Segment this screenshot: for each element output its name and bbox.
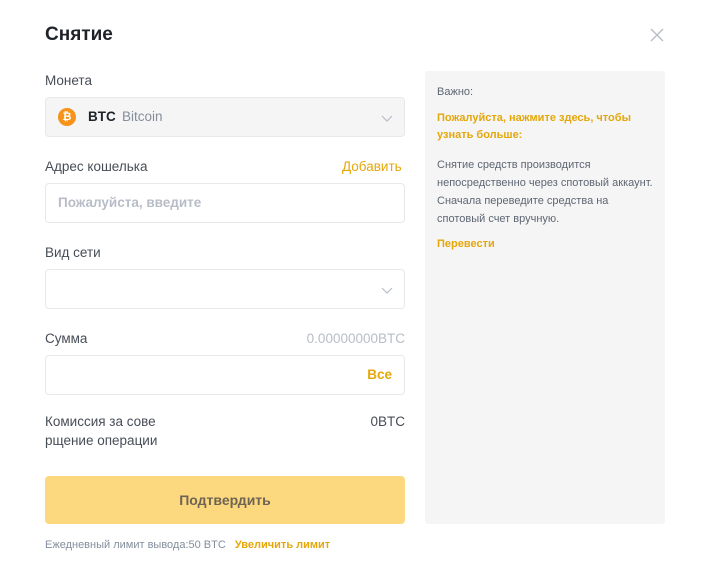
- available-balance: 0.00000000BTC: [306, 331, 405, 346]
- withdraw-modal: Снятие Монета ₿ BTC Bitcoin Адрес кошель…: [0, 0, 708, 577]
- close-icon[interactable]: [648, 26, 666, 44]
- important-heading: Важно:: [437, 86, 474, 98]
- max-amount-button[interactable]: Все: [367, 367, 392, 382]
- bitcoin-icon: ₿: [58, 108, 76, 126]
- network-label: Вид сети: [45, 245, 101, 260]
- wallet-address-placeholder: Пожалуйста, введите: [58, 195, 202, 210]
- amount-input[interactable]: Все: [45, 355, 405, 395]
- add-address-link[interactable]: Добавить: [342, 159, 402, 174]
- wallet-address-input[interactable]: Пожалуйста, введите: [45, 183, 405, 223]
- coin-name: Bitcoin: [122, 109, 163, 124]
- amount-label: Сумма: [45, 331, 88, 346]
- fee-value: 0BTC: [370, 414, 405, 429]
- coin-label: Монета: [45, 73, 92, 88]
- learn-more-link[interactable]: Пожалуйста, нажмите здесь, чтобы узнать …: [437, 110, 653, 144]
- fee-label: Комиссия за сове рщение операции: [45, 414, 158, 448]
- coin-select[interactable]: ₿ BTC Bitcoin: [45, 97, 405, 137]
- chevron-down-icon: [381, 287, 393, 294]
- increase-limit-link[interactable]: Увеличить лимит: [235, 539, 330, 551]
- confirm-button[interactable]: Подтвердить: [45, 476, 405, 524]
- info-description: Снятие средств производится непосредстве…: [437, 159, 653, 225]
- chevron-down-icon: [381, 115, 393, 122]
- info-panel: Важно: Пожалуйста, нажмите здесь, чтобы …: [425, 71, 665, 524]
- coin-symbol: BTC: [88, 109, 116, 124]
- daily-limit-text: Ежедневный лимит вывода:50 BTC: [45, 539, 226, 551]
- wallet-address-label: Адрес кошелька: [45, 159, 148, 174]
- network-select[interactable]: [45, 269, 405, 309]
- modal-title: Снятие: [45, 24, 113, 45]
- transfer-link[interactable]: Перевести: [437, 238, 653, 250]
- daily-limit: Ежедневный лимит вывода:50 BTC Увеличить…: [45, 539, 330, 551]
